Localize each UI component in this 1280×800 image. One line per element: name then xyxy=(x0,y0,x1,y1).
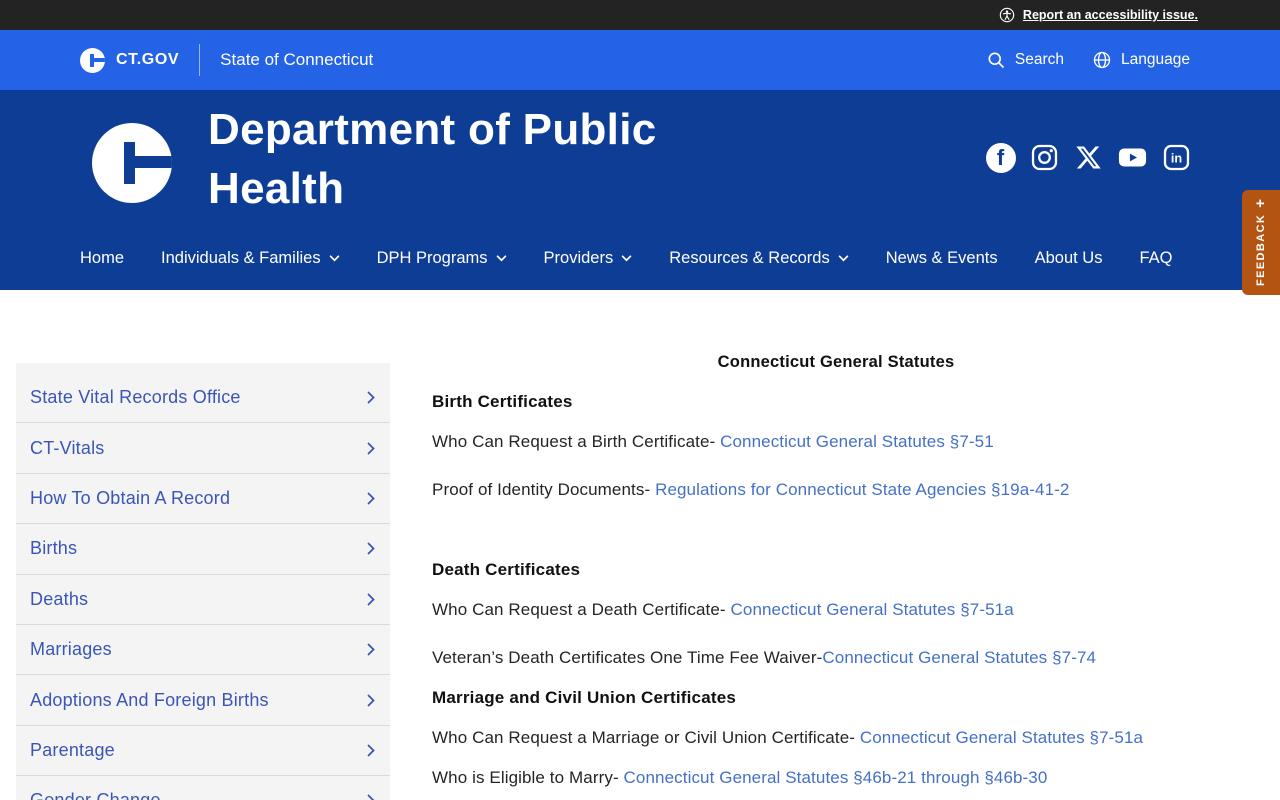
statute-row: Who Can Request a Birth Certificate- Con… xyxy=(432,430,1240,454)
main-nav: Home Individuals & Families DPH Programs… xyxy=(80,232,1172,285)
row-text: Who Can Request a Marriage or Civil Unio… xyxy=(432,728,860,747)
row-text: Proof of Identity Documents- xyxy=(432,480,656,499)
chevron-right-icon xyxy=(367,442,375,455)
search-button[interactable]: Search xyxy=(986,50,1064,70)
language-label: Language xyxy=(1121,51,1190,68)
ctgov-logo-text: CT.GOV xyxy=(116,51,180,68)
nav-item-faq[interactable]: FAQ xyxy=(1139,249,1172,268)
statute-row: Who Can Request a Death Certificate- Con… xyxy=(432,598,1240,622)
language-button[interactable]: Language xyxy=(1092,50,1190,70)
chevron-down-icon xyxy=(838,255,849,262)
statute-link[interactable]: Connecticut General Statutes §7-51 xyxy=(720,432,994,451)
row-text: Who is Eligible to Marry- xyxy=(432,768,624,787)
chevron-right-icon xyxy=(367,391,375,404)
statute-row: Who is Eligible to Marry- Connecticut Ge… xyxy=(432,766,1240,790)
sidebar-item-state-vital-records-office[interactable]: State Vital Records Office xyxy=(16,373,390,424)
instagram-icon[interactable] xyxy=(1029,142,1060,173)
svg-text:in: in xyxy=(1171,152,1182,166)
chevron-down-icon xyxy=(621,255,632,262)
statute-row: Who Can Request a Marriage or Civil Unio… xyxy=(432,726,1240,750)
chevron-right-icon xyxy=(367,593,375,606)
sidebar-item-parentage[interactable]: Parentage xyxy=(16,726,390,777)
chevron-right-icon xyxy=(367,492,375,505)
sidebar-item-marriages[interactable]: Marriages xyxy=(16,625,390,676)
chevron-right-icon xyxy=(367,694,375,707)
nav-item-providers[interactable]: Providers xyxy=(544,249,633,268)
youtube-icon[interactable] xyxy=(1117,142,1148,173)
header-tools: Search Language xyxy=(986,50,1190,70)
nav-item-individuals-families[interactable]: Individuals & Families xyxy=(161,249,340,268)
chevron-right-icon xyxy=(367,643,375,656)
statute-link[interactable]: Regulations for Connecticut State Agenci… xyxy=(655,480,1069,499)
statute-link[interactable]: Connecticut General Statutes §46b-21 thr… xyxy=(624,768,1048,787)
utility-bar: Report an accessibility issue. xyxy=(0,0,1280,30)
accessibility-link-group[interactable]: Report an accessibility issue. xyxy=(999,7,1198,23)
page-title: Connecticut General Statutes xyxy=(717,353,955,371)
row-text: Who Can Request a Death Certificate- xyxy=(432,600,731,619)
site-header: CT.GOV State of Connecticut Search Langu… xyxy=(0,30,1280,90)
sidebar-item-ct-vitals[interactable]: CT-Vitals xyxy=(16,423,390,474)
sidebar-item-deaths[interactable]: Deaths xyxy=(16,575,390,625)
nav-item-resources-records[interactable]: Resources & Records xyxy=(669,249,849,268)
plus-icon: + xyxy=(1252,198,1270,208)
statute-link[interactable]: Connecticut General Statutes §7-51a xyxy=(731,600,1014,619)
statute-row: Proof of Identity Documents- Regulations… xyxy=(432,478,1240,502)
chevron-down-icon xyxy=(496,255,507,262)
chevron-right-icon xyxy=(367,794,375,800)
accessibility-link[interactable]: Report an accessibility issue. xyxy=(1023,8,1198,22)
section-heading-marriage-civil-union: Marriage and Civil Union Certificates xyxy=(432,688,737,707)
accessibility-icon xyxy=(999,7,1015,23)
section-heading-birth-certificates: Birth Certificates xyxy=(432,392,573,411)
main-content: Connecticut General Statutes Birth Certi… xyxy=(432,350,1240,790)
row-text: Veteran’s Death Certificates One Time Fe… xyxy=(432,648,823,667)
nav-item-home[interactable]: Home xyxy=(80,249,124,268)
social-icons: f in xyxy=(985,142,1192,173)
chevron-right-icon xyxy=(367,744,375,757)
dph-logo-icon xyxy=(92,123,172,203)
nav-item-dph-programs[interactable]: DPH Programs xyxy=(377,249,507,268)
search-icon xyxy=(986,50,1006,70)
header-divider xyxy=(199,44,201,76)
sidebar-item-adoptions-and-foreign-births[interactable]: Adoptions And Foreign Births xyxy=(16,675,390,726)
sidebar-item-gender-change[interactable]: Gender Change xyxy=(16,776,390,800)
agency-title: Department of Public Health xyxy=(208,105,657,213)
statute-link[interactable]: Connecticut General Statutes §7-74 xyxy=(822,648,1096,667)
ct-logo-icon xyxy=(80,47,105,73)
feedback-label: FEEDBACK xyxy=(1255,213,1268,287)
x-twitter-icon[interactable] xyxy=(1073,142,1104,173)
agency-hero: Department of Public Health f in Home In… xyxy=(0,90,1280,290)
linkedin-icon[interactable]: in xyxy=(1161,142,1192,173)
site-name: State of Connecticut xyxy=(220,50,374,69)
row-text: Who Can Request a Birth Certificate- xyxy=(432,432,721,451)
sidebar-menu: State Vital Records Office CT-Vitals How… xyxy=(16,363,390,800)
section-heading-death-certificates: Death Certificates xyxy=(432,560,581,579)
facebook-icon[interactable]: f xyxy=(985,142,1016,173)
statute-row: Veteran’s Death Certificates One Time Fe… xyxy=(432,646,1240,670)
chevron-right-icon xyxy=(367,542,375,555)
globe-icon xyxy=(1092,50,1112,70)
nav-item-about-us[interactable]: About Us xyxy=(1035,249,1103,268)
feedback-tab[interactable]: FEEDBACK + xyxy=(1242,190,1280,295)
sidebar-item-births[interactable]: Births xyxy=(16,524,390,575)
statute-link[interactable]: Connecticut General Statutes §7-51a xyxy=(860,728,1143,747)
sidebar-item-how-to-obtain-a-record[interactable]: How To Obtain A Record xyxy=(16,474,390,525)
ctgov-logo[interactable]: CT.GOV xyxy=(80,47,180,73)
nav-item-news-events[interactable]: News & Events xyxy=(886,249,998,268)
chevron-down-icon xyxy=(329,255,340,262)
search-label: Search xyxy=(1014,51,1065,68)
